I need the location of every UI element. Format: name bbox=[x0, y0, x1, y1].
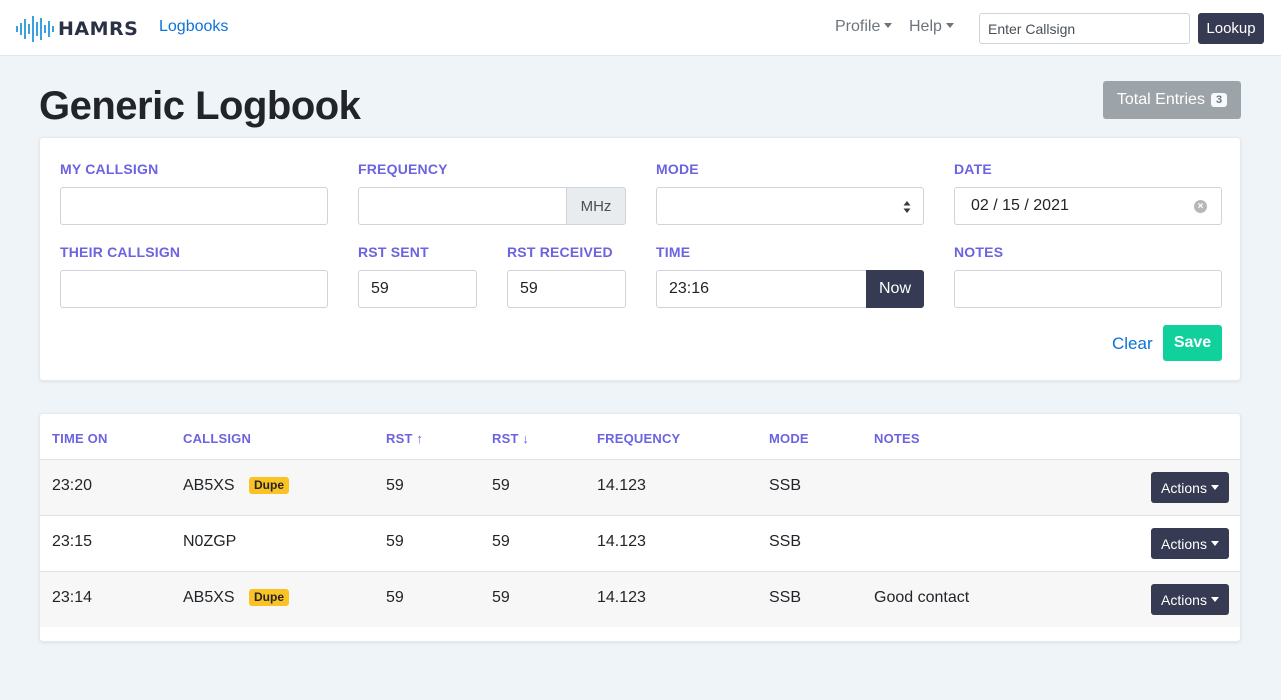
cell-frequency: 14.123 bbox=[597, 477, 646, 494]
actions-label: Actions bbox=[1161, 591, 1207, 608]
cell-mode: SSB bbox=[769, 589, 802, 606]
chevron-down-icon bbox=[1210, 596, 1219, 602]
frequency-label: FREQUENCY bbox=[358, 161, 448, 177]
cell-frequency: 14.123 bbox=[597, 533, 646, 550]
brand-name: HAMRS bbox=[58, 18, 139, 40]
waveform-icon bbox=[16, 16, 54, 42]
date-input[interactable]: 02 / 15 / 2021 × bbox=[954, 187, 1222, 225]
cell-rst-received: 59 bbox=[492, 477, 510, 494]
column-header-notes[interactable]: NOTES bbox=[874, 431, 920, 446]
their-callsign-input[interactable] bbox=[60, 270, 328, 308]
cell-notes: Good contact bbox=[874, 589, 970, 606]
actions-label: Actions bbox=[1161, 535, 1207, 552]
chevron-down-icon bbox=[1210, 484, 1219, 490]
help-menu[interactable]: Help bbox=[909, 18, 954, 36]
time-input[interactable] bbox=[656, 270, 867, 308]
their-callsign-label: THEIR CALLSIGN bbox=[60, 244, 181, 260]
cell-time-on: 23:15 bbox=[52, 533, 93, 550]
chevron-down-icon bbox=[1210, 540, 1219, 546]
cell-mode: SSB bbox=[769, 477, 802, 494]
rst-sent-label: RST SENT bbox=[358, 244, 429, 260]
cell-frequency: 14.123 bbox=[597, 589, 646, 606]
mode-label: MODE bbox=[656, 161, 699, 177]
cell-mode: SSB bbox=[769, 533, 802, 550]
my-callsign-input[interactable] bbox=[60, 187, 328, 225]
profile-menu[interactable]: Profile bbox=[835, 18, 893, 36]
cell-rst-received: 59 bbox=[492, 533, 510, 550]
total-entries-count: 3 bbox=[1210, 93, 1228, 107]
chevron-down-icon bbox=[884, 23, 893, 28]
nav-logbooks-link[interactable]: Logbooks bbox=[159, 18, 228, 36]
column-header-rst-received[interactable]: RST ↓ bbox=[492, 431, 529, 446]
rst-sent-input[interactable] bbox=[358, 270, 477, 308]
dupe-badge: Dupe bbox=[249, 477, 289, 494]
cell-rst-received: 59 bbox=[492, 589, 510, 606]
dupe-badge: Dupe bbox=[249, 589, 289, 606]
actions-button[interactable]: Actions bbox=[1151, 584, 1229, 615]
cell-rst-sent: 59 bbox=[386, 589, 404, 606]
column-header-callsign[interactable]: CALLSIGN bbox=[183, 431, 251, 446]
my-callsign-label: MY CALLSIGN bbox=[60, 161, 159, 177]
cell-rst-sent: 59 bbox=[386, 533, 404, 550]
cell-callsign: AB5XS bbox=[183, 477, 235, 494]
qso-log-table: TIME ON CALLSIGN RST ↑ RST ↓ FREQUENCY M… bbox=[39, 413, 1241, 642]
column-header-rst-sent[interactable]: RST ↑ bbox=[386, 431, 423, 446]
actions-label: Actions bbox=[1161, 479, 1207, 496]
cell-time-on: 23:14 bbox=[52, 589, 93, 606]
select-arrows-icon bbox=[903, 201, 911, 213]
cell-rst-sent: 59 bbox=[386, 477, 404, 494]
date-label: DATE bbox=[954, 161, 992, 177]
rst-received-label: RST RECEIVED bbox=[507, 244, 613, 260]
qso-entry-form: MY CALLSIGN FREQUENCY MODE DATE MHz 02 /… bbox=[39, 137, 1241, 381]
table-row[interactable]: 23:20 AB5XS Dupe 59 59 14.123 SSB Action… bbox=[40, 459, 1240, 515]
chevron-down-icon bbox=[945, 23, 954, 28]
table-row[interactable]: 23:14 AB5XS Dupe 59 59 14.123 SSB Good c… bbox=[40, 571, 1240, 627]
frequency-unit-addon: MHz bbox=[566, 187, 626, 225]
time-label: TIME bbox=[656, 244, 691, 260]
callsign-search-input[interactable] bbox=[979, 13, 1190, 44]
top-navbar: HAMRS Logbooks Profile Help Lookup bbox=[0, 0, 1281, 56]
column-header-frequency[interactable]: FREQUENCY bbox=[597, 431, 680, 446]
frequency-input[interactable] bbox=[358, 187, 567, 225]
cell-callsign: AB5XS bbox=[183, 589, 235, 606]
save-button[interactable]: Save bbox=[1163, 325, 1222, 361]
rst-received-input[interactable] bbox=[507, 270, 626, 308]
total-entries-button[interactable]: Total Entries 3 bbox=[1103, 81, 1241, 119]
actions-button[interactable]: Actions bbox=[1151, 472, 1229, 503]
lookup-button[interactable]: Lookup bbox=[1198, 13, 1264, 44]
date-value: 02 / 15 / 2021 bbox=[971, 197, 1069, 214]
now-button[interactable]: Now bbox=[866, 270, 924, 308]
notes-label: NOTES bbox=[954, 244, 1004, 260]
notes-input[interactable] bbox=[954, 270, 1222, 308]
cell-callsign: N0ZGP bbox=[183, 533, 237, 550]
table-row[interactable]: 23:15 N0ZGP 59 59 14.123 SSB Actions bbox=[40, 515, 1240, 571]
column-header-mode[interactable]: MODE bbox=[769, 431, 809, 446]
cell-time-on: 23:20 bbox=[52, 477, 93, 494]
actions-button[interactable]: Actions bbox=[1151, 528, 1229, 559]
column-header-time-on[interactable]: TIME ON bbox=[52, 431, 108, 446]
clear-date-icon[interactable]: × bbox=[1194, 200, 1207, 213]
page-title: Generic Logbook bbox=[39, 84, 361, 128]
mode-select[interactable] bbox=[656, 187, 924, 225]
profile-menu-label: Profile bbox=[835, 18, 881, 35]
brand-logo[interactable]: HAMRS bbox=[16, 16, 138, 42]
total-entries-label: Total Entries bbox=[1116, 91, 1205, 108]
clear-button[interactable]: Clear bbox=[1112, 334, 1153, 354]
help-menu-label: Help bbox=[909, 18, 942, 35]
